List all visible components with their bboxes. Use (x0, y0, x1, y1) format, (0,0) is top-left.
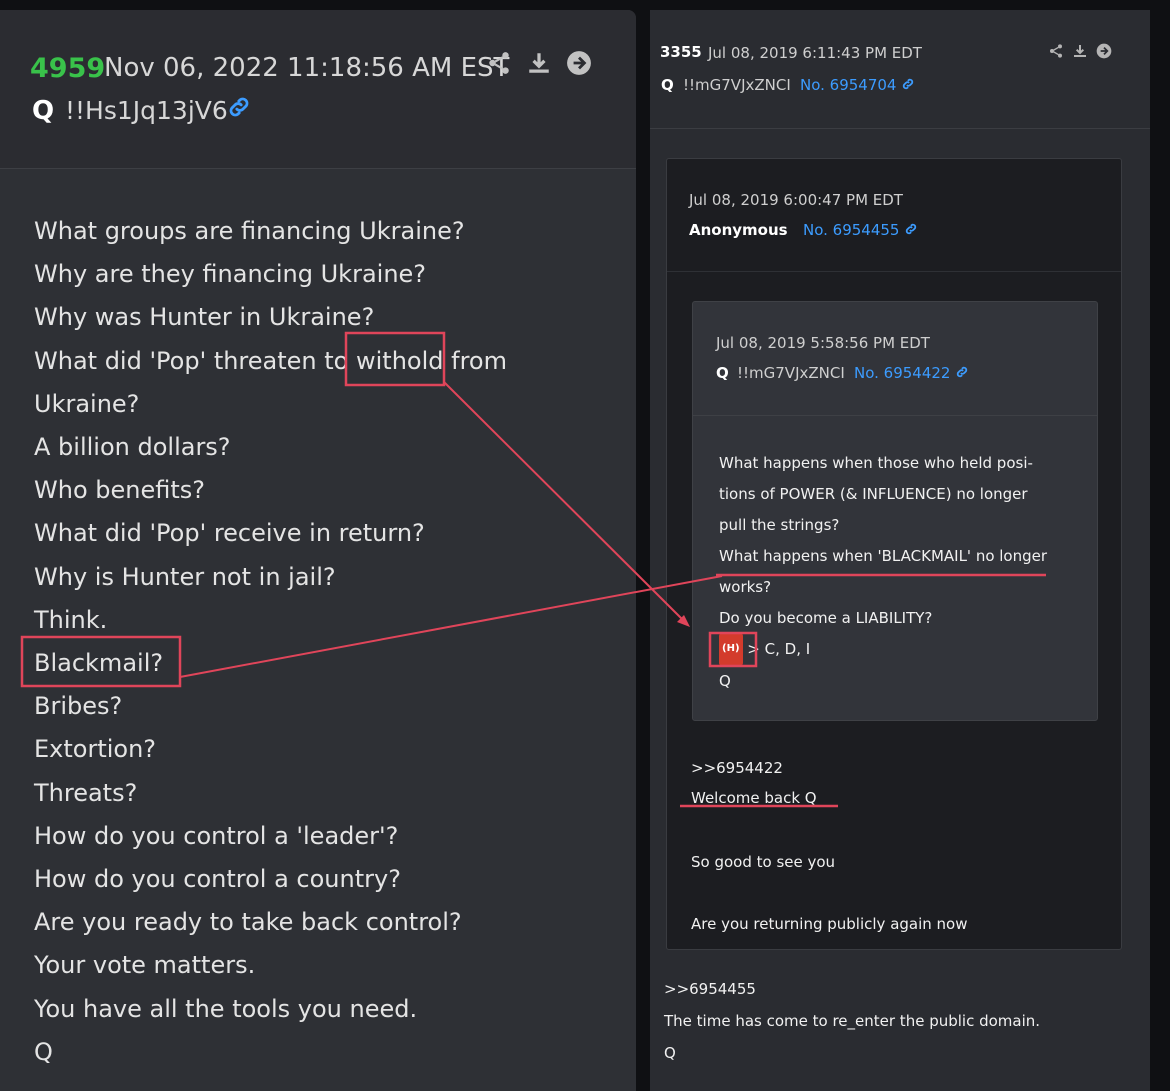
post-tripcode: !!mG7VJxZNCI (683, 76, 791, 94)
post-tripcode: !!Hs1Jq13jV6 (65, 96, 228, 125)
post-line: You have all the tools you need. (34, 994, 418, 1023)
post-author: Q (661, 76, 674, 94)
quote-number-link[interactable]: No. 6954422 (854, 364, 969, 382)
arrow-right-icon[interactable] (566, 50, 592, 83)
post-line: A billion dollars? (34, 433, 231, 462)
post-actions (486, 50, 592, 83)
post-line: Are you ready to take back control? (34, 908, 462, 937)
share-icon[interactable] (486, 50, 512, 83)
quote-line: works? (719, 577, 772, 596)
post-actions (1048, 43, 1112, 64)
left-post-panel: 4959 Nov 06, 2022 11:18:56 AM EST Q !!Hs… (0, 10, 636, 1091)
post-number-link[interactable]: No. 6954704 (800, 76, 915, 94)
download-icon[interactable] (1072, 43, 1088, 64)
reply-number-link[interactable]: No. 6954455 (803, 221, 918, 239)
h-badge: (H) (719, 633, 743, 667)
quote-author: Q (716, 364, 729, 382)
quoted-reply: Jul 08, 2019 6:00:47 PM EDT Anonymous No… (666, 158, 1122, 950)
quote-body: What happens when those who held posi- t… (719, 448, 1047, 697)
left-post-header: 4959 Nov 06, 2022 11:18:56 AM EST Q !!Hs… (0, 10, 636, 169)
post-line: What did 'Pop' threaten to withold from (34, 346, 507, 375)
quote-line: What happens when 'BLACKMAIL' no longer (719, 546, 1048, 565)
post-line: Threats? (34, 778, 138, 807)
post-line: Blackmail? (34, 649, 164, 678)
post-date: Nov 06, 2022 11:18:56 AM EST (104, 53, 510, 83)
left-post-body: What groups are financing Ukraine? Why a… (34, 210, 507, 1074)
post-line: The time has come to re_enter the public… (664, 1012, 1041, 1030)
post-line: Extortion? (34, 735, 157, 764)
post-line: Think. (34, 605, 108, 634)
reply-divider (667, 271, 1121, 272)
post-line: How do you control a 'leader'? (34, 821, 399, 850)
post-line: Why are they financing Ukraine? (34, 260, 427, 289)
quote-date: Jul 08, 2019 5:58:56 PM EDT (716, 334, 930, 352)
right-post-panel: 3355 Jul 08, 2019 6:11:43 PM EDT Q !!mG7… (650, 10, 1150, 1091)
quote-signature: Q (719, 672, 731, 691)
quoted-post: Jul 08, 2019 5:58:56 PM EDT Q !!mG7VJxZN… (692, 301, 1098, 721)
reply-ref-link[interactable]: >>6954422 (691, 759, 783, 777)
quote-line: Do you become a LIABILITY? (719, 608, 933, 627)
post-line: Ukraine? (34, 389, 140, 418)
post-line: What groups are financing Ukraine? (34, 217, 465, 245)
post-signature: Q (664, 1044, 676, 1062)
post-line: Bribes? (34, 692, 123, 721)
post-line: What did 'Pop' receive in return? (34, 519, 425, 548)
reply-line: So good to see you (691, 853, 836, 871)
link-icon[interactable] (226, 94, 252, 126)
badge-suffix: > C, D, I (747, 640, 811, 659)
post-line: Who benefits? (34, 476, 205, 505)
quote-line: pull the strings? (719, 515, 840, 534)
post-line: Why is Hunter not in jail? (34, 562, 336, 591)
reply-date: Jul 08, 2019 6:00:47 PM EDT (689, 191, 903, 209)
post-number[interactable]: 4959 (30, 53, 105, 84)
post-ref-link[interactable]: >>6954455 (664, 980, 756, 998)
reply-author: Anonymous (689, 221, 788, 239)
link-icon[interactable] (955, 365, 969, 379)
post-line: How do you control a country? (34, 865, 401, 894)
header-divider (650, 128, 1150, 129)
post-line: Why was Hunter in Ukraine? (34, 303, 375, 332)
quote-line: tions of POWER (& INFLUENCE) no longer (719, 484, 1028, 503)
share-icon[interactable] (1048, 43, 1064, 64)
post-author: Q (32, 96, 55, 126)
quote-badge-line: (H) > C, D, I (719, 633, 1047, 667)
download-icon[interactable] (526, 50, 552, 83)
quote-line: What happens when those who held posi- (719, 454, 1033, 472)
link-icon[interactable] (904, 222, 918, 236)
reply-line: Welcome back Q (691, 789, 817, 807)
post-number[interactable]: 3355 (660, 43, 702, 61)
post-line: Your vote matters. (34, 951, 256, 980)
arrow-right-icon[interactable] (1096, 43, 1112, 64)
post-signature: Q (34, 1037, 53, 1066)
link-icon[interactable] (901, 77, 915, 91)
post-date: Jul 08, 2019 6:11:43 PM EDT (708, 44, 922, 62)
quote-tripcode: !!mG7VJxZNCI (737, 364, 845, 382)
reply-line: Are you returning publicly again now (691, 915, 968, 933)
quote-divider (693, 415, 1097, 416)
